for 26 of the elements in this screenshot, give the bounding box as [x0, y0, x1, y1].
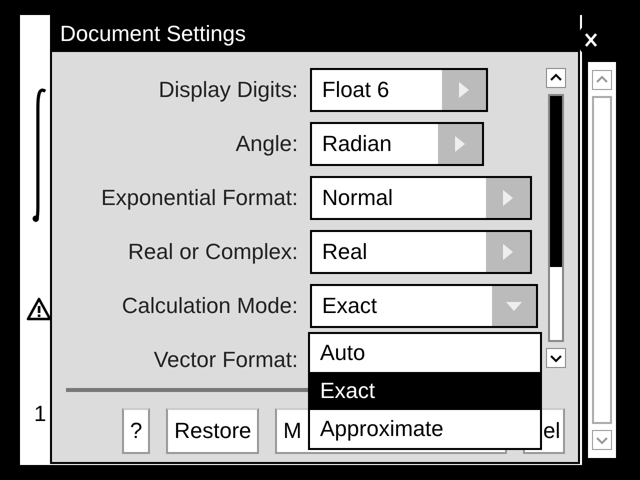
scroll-thumb[interactable] [550, 96, 562, 267]
integral-icon [32, 87, 48, 225]
right-arrow-icon[interactable] [457, 80, 471, 100]
dialog-button[interactable]: ? [122, 408, 150, 454]
setting-label: Calculation Mode: [120, 293, 299, 319]
scroll-up-icon[interactable] [546, 68, 566, 88]
dialog-button[interactable]: Restore [166, 408, 260, 454]
setting-label: Angle: [234, 131, 299, 157]
scrollbar[interactable] [544, 68, 568, 368]
dropdown-option[interactable]: Exact [310, 372, 540, 410]
setting-label: Exponential Format: [100, 185, 299, 211]
dropdown-field[interactable]: Exact [310, 284, 538, 328]
scroll-down-icon[interactable] [546, 348, 566, 368]
spinner-field[interactable]: Normal [310, 176, 532, 220]
spinner-field[interactable]: Radian [310, 122, 484, 166]
spinner-field[interactable]: Real [310, 230, 532, 274]
setting-label: Display Digits: [158, 77, 299, 103]
down-arrow-icon[interactable] [504, 299, 524, 313]
line-number: 1 [34, 401, 46, 427]
right-arrow-icon[interactable] [501, 188, 515, 208]
right-arrow-icon[interactable] [453, 134, 467, 154]
setting-label: Vector Format: [152, 347, 299, 373]
setting-label: Real or Complex: [127, 239, 299, 265]
dialog-title: Document Settings [60, 21, 246, 47]
right-arrow-icon[interactable] [501, 242, 515, 262]
spinner-field[interactable]: Float 6 [310, 68, 488, 112]
